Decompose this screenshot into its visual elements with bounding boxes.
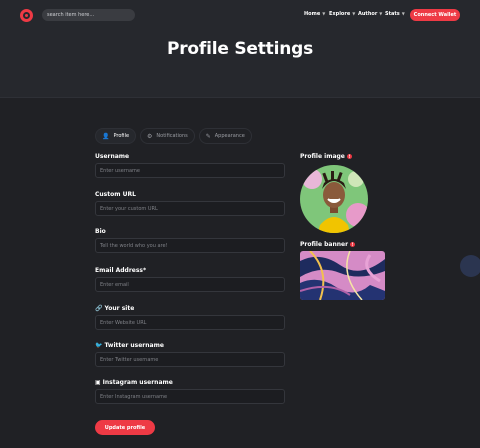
connect-wallet-button[interactable]: Connect Wallet	[410, 9, 460, 21]
profile-banner-label: Profile banner!	[300, 241, 356, 248]
nav-item-home[interactable]: Home ▼	[304, 11, 325, 17]
instagram-icon: ▣	[95, 379, 101, 386]
tab-profile[interactable]: 👤 Profile	[95, 128, 137, 144]
twitter-field[interactable]	[95, 352, 285, 367]
info-icon: !	[350, 242, 356, 247]
tab-notifications[interactable]: ⚙ Notifications	[140, 128, 195, 144]
site-field[interactable]	[95, 315, 285, 330]
settings-tabs: 👤 Profile ⚙ Notifications ✎ Appearance	[95, 128, 252, 144]
floating-action-button[interactable]	[460, 255, 480, 277]
bio-label: Bio	[95, 228, 106, 235]
chevron-down-icon: ▼	[322, 11, 326, 16]
username-label: Username	[95, 153, 130, 160]
header-area: Home▼ Explore▼ Author▼ Stats▼ Connect Wa…	[0, 0, 480, 98]
link-icon: 🔗	[95, 305, 103, 312]
logo-icon[interactable]	[20, 9, 33, 22]
chevron-down-icon: ▼	[401, 11, 405, 16]
custom-url-field[interactable]	[95, 201, 285, 216]
instagram-label: ▣ Instagram username	[95, 379, 173, 386]
instagram-field[interactable]	[95, 389, 285, 404]
site-label: 🔗 Your site	[95, 305, 135, 312]
user-icon: 👤	[102, 132, 110, 140]
twitter-label: 🐦 Twitter username	[95, 342, 164, 349]
chevron-down-icon: ▼	[352, 11, 356, 16]
profile-image[interactable]	[300, 165, 368, 233]
info-icon: !	[346, 154, 352, 159]
page-title: Profile Settings	[166, 39, 314, 59]
bio-field[interactable]	[95, 238, 285, 253]
nav-item-stats[interactable]: Stats ▼	[385, 11, 405, 17]
profile-banner[interactable]	[300, 251, 385, 300]
avatar-photo	[300, 165, 368, 233]
nav-item-author[interactable]: Author ▼	[358, 11, 382, 17]
update-profile-button[interactable]: Update profile	[95, 420, 155, 435]
gear-icon: ⚙	[147, 132, 153, 140]
profile-image-label: Profile image!	[300, 153, 352, 160]
nav-item-explore[interactable]: Explore ▼	[329, 11, 355, 17]
email-field[interactable]	[95, 277, 285, 292]
chevron-down-icon: ▼	[379, 11, 383, 16]
tab-appearance[interactable]: ✎ Appearance	[198, 128, 252, 144]
username-field[interactable]	[95, 163, 285, 178]
custom-url-label: Custom URL	[95, 191, 136, 198]
search-input[interactable]	[42, 9, 135, 21]
banner-artwork	[300, 251, 385, 300]
twitter-icon: 🐦	[95, 342, 103, 349]
pencil-icon: ✎	[205, 132, 211, 140]
email-label: Email Address*	[95, 267, 147, 274]
